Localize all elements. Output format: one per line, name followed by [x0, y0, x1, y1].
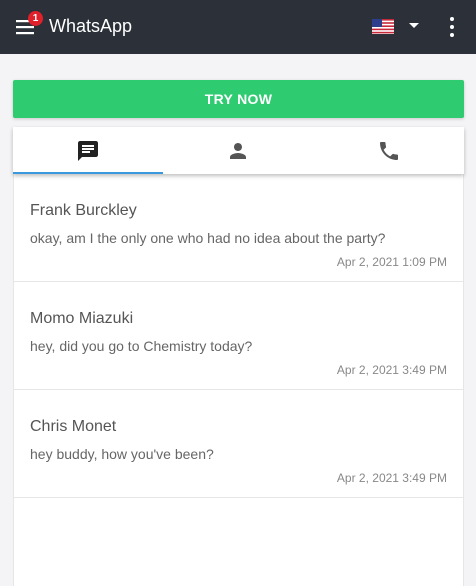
more-vert-icon: [450, 25, 454, 29]
chat-message: hey buddy, how you've been?: [30, 446, 214, 462]
chat-item[interactable]: Chris Monet hey buddy, how you've been? …: [14, 390, 463, 498]
tab-contacts[interactable]: [163, 127, 313, 174]
chat-message: hey, did you go to Chemistry today?: [30, 338, 253, 354]
caret-down-icon: [409, 23, 419, 28]
chat-item[interactable]: Momo Miazuki hey, did you go to Chemistr…: [14, 282, 463, 390]
chat-name: Chris Monet: [30, 418, 117, 435]
app-bar: 1 WhatsApp: [0, 0, 476, 54]
more-vert-icon: [450, 33, 454, 37]
chat-time: Apr 2, 2021 3:49 PM: [336, 471, 447, 485]
chat-time: Apr 2, 2021 1:09 PM: [336, 255, 447, 269]
tab-calls[interactable]: [314, 127, 464, 174]
chat-message: okay, am I the only one who had no idea …: [30, 230, 386, 246]
app-title: WhatsApp: [49, 16, 133, 36]
chat-item[interactable]: Frank Burckley okay, am I the only one w…: [14, 174, 463, 282]
person-icon: [230, 142, 247, 159]
phone-icon: [379, 141, 398, 160]
more-vert-icon: [450, 17, 454, 21]
language-selector[interactable]: [372, 17, 422, 37]
notification-badge: 1: [28, 11, 43, 26]
chat-list: Frank Burckley okay, am I the only one w…: [13, 174, 464, 586]
chat-time: Apr 2, 2021 3:49 PM: [336, 363, 447, 377]
more-options-button[interactable]: [445, 15, 459, 39]
try-now-button[interactable]: TRY NOW: [13, 80, 464, 118]
chat-name: Momo Miazuki: [30, 310, 134, 327]
chat-name: Frank Burckley: [30, 202, 137, 219]
tab-chats[interactable]: [13, 127, 164, 174]
us-flag-icon: [372, 19, 394, 34]
chat-icon: [78, 140, 99, 161]
tab-bar: [13, 127, 464, 174]
